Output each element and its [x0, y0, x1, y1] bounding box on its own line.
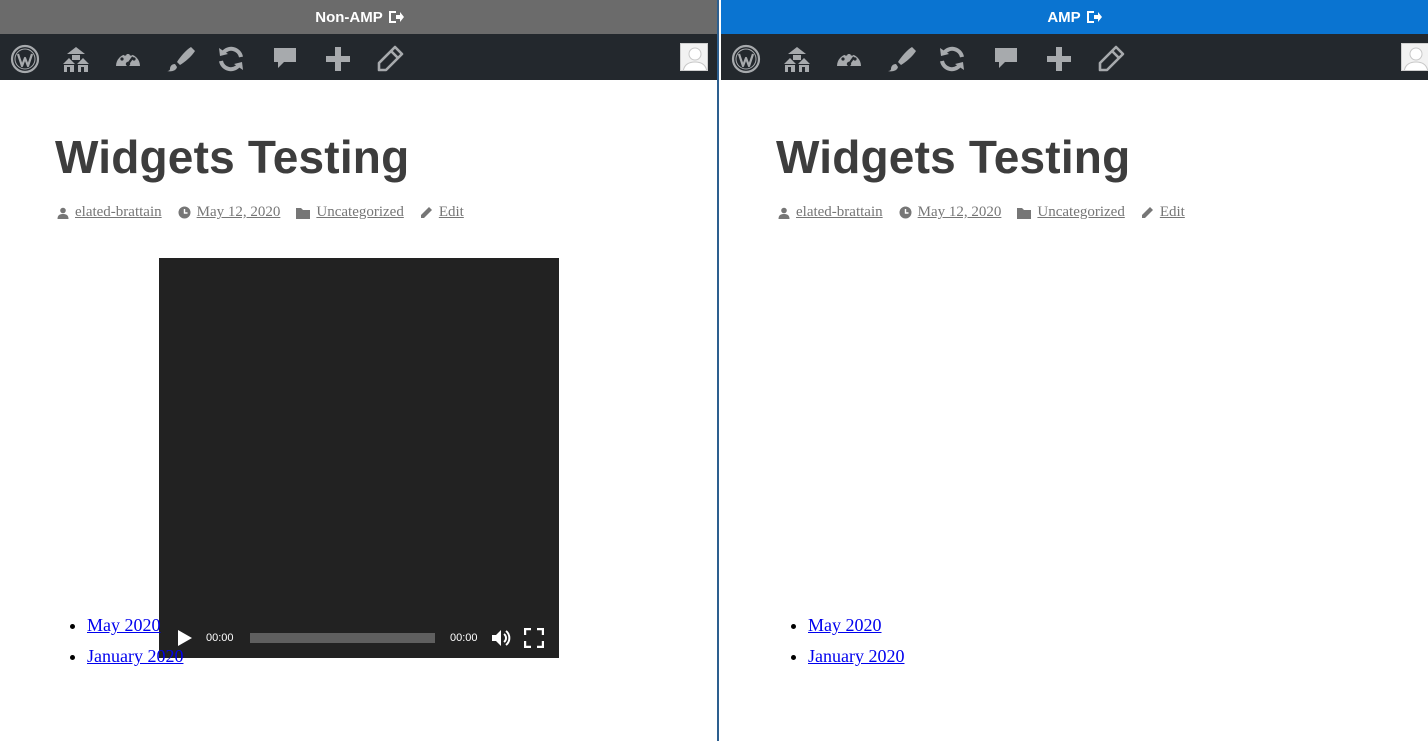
bottom-fade: [0, 710, 719, 741]
edit-link[interactable]: Edit: [1160, 204, 1185, 221]
video-controls: 00:00 00:00: [159, 618, 559, 658]
category-link[interactable]: Uncategorized: [1037, 204, 1124, 221]
category: Uncategorized: [296, 204, 404, 221]
new-content-icon[interactable]: [1044, 44, 1074, 74]
author-icon: [57, 207, 69, 219]
list-item: May 2020: [87, 614, 183, 645]
fullscreen-icon[interactable]: [524, 628, 544, 648]
mode-label[interactable]: AMP: [1047, 9, 1080, 26]
edit-link-item: Edit: [420, 204, 464, 221]
clock-icon: [178, 206, 191, 219]
post-title: Widgets Testing: [55, 131, 410, 183]
dashboard-icon[interactable]: [113, 44, 143, 74]
archive-link[interactable]: January 2020: [808, 646, 904, 666]
dashboard-icon[interactable]: [834, 44, 864, 74]
category: Uncategorized: [1017, 204, 1125, 221]
user-avatar[interactable]: [680, 43, 708, 71]
archives-list: May 2020 January 2020: [87, 614, 183, 676]
multisite-icon[interactable]: [782, 44, 812, 74]
folder-icon: [1017, 207, 1032, 219]
date-link[interactable]: May 12, 2020: [197, 204, 281, 221]
new-content-icon[interactable]: [323, 44, 353, 74]
duration: 00:00: [450, 632, 478, 644]
user-avatar[interactable]: [1401, 43, 1428, 71]
byline: elated-brattain: [778, 204, 883, 221]
user-icon: [682, 47, 707, 70]
amp-pane: AMP Widgets Testing elated-brattain May …: [721, 0, 1428, 741]
posted-on: May 12, 2020: [899, 204, 1002, 221]
archives-list: May 2020 January 2020: [808, 614, 904, 676]
pencil-icon: [1141, 207, 1153, 218]
byline: elated-brattain: [57, 204, 162, 221]
author-link[interactable]: elated-brattain: [75, 204, 162, 221]
customize-icon[interactable]: [886, 44, 916, 74]
post-meta: elated-brattain May 12, 2020 Uncategoriz…: [778, 204, 1201, 221]
exit-icon: [1086, 11, 1102, 23]
edit-link[interactable]: Edit: [439, 204, 464, 221]
pane-divider: [717, 0, 719, 741]
archive-link[interactable]: January 2020: [87, 646, 183, 666]
non-amp-mode-bar[interactable]: Non-AMP: [0, 0, 719, 34]
amp-mode-bar[interactable]: AMP: [721, 0, 1428, 34]
mode-label[interactable]: Non-AMP: [315, 9, 383, 26]
updates-icon[interactable]: [216, 44, 246, 74]
comments-icon[interactable]: [991, 44, 1021, 74]
archive-link[interactable]: May 2020: [808, 615, 882, 635]
customize-icon[interactable]: [165, 44, 195, 74]
pencil-icon: [420, 207, 432, 218]
admin-bar: [0, 34, 719, 80]
date-link[interactable]: May 12, 2020: [918, 204, 1002, 221]
video-player[interactable]: 00:00 00:00: [159, 258, 559, 658]
list-item: May 2020: [808, 614, 904, 645]
admin-bar: [721, 34, 1428, 80]
volume-icon[interactable]: [491, 628, 511, 648]
category-link[interactable]: Uncategorized: [316, 204, 403, 221]
list-item: January 2020: [808, 645, 904, 676]
bottom-fade: [721, 710, 1428, 741]
list-item: January 2020: [87, 645, 183, 676]
wordpress-logo-icon[interactable]: [10, 44, 40, 74]
posted-on: May 12, 2020: [178, 204, 281, 221]
user-icon: [1403, 47, 1428, 70]
edit-post-icon[interactable]: [375, 44, 405, 74]
current-time: 00:00: [206, 632, 234, 644]
edit-post-icon[interactable]: [1096, 44, 1126, 74]
post-title: Widgets Testing: [776, 131, 1131, 183]
clock-icon: [899, 206, 912, 219]
updates-icon[interactable]: [937, 44, 967, 74]
non-amp-pane: Non-AMP Widgets Testing elated-brattain …: [0, 0, 719, 741]
comments-icon[interactable]: [270, 44, 300, 74]
edit-link-item: Edit: [1141, 204, 1185, 221]
folder-icon: [296, 207, 311, 219]
author-link[interactable]: elated-brattain: [796, 204, 883, 221]
exit-icon: [388, 11, 404, 23]
wordpress-logo-icon[interactable]: [731, 44, 761, 74]
author-icon: [778, 207, 790, 219]
post-meta: elated-brattain May 12, 2020 Uncategoriz…: [57, 204, 480, 221]
archive-link[interactable]: May 2020: [87, 615, 161, 635]
multisite-icon[interactable]: [61, 44, 91, 74]
video-progress-bar[interactable]: [250, 633, 435, 643]
